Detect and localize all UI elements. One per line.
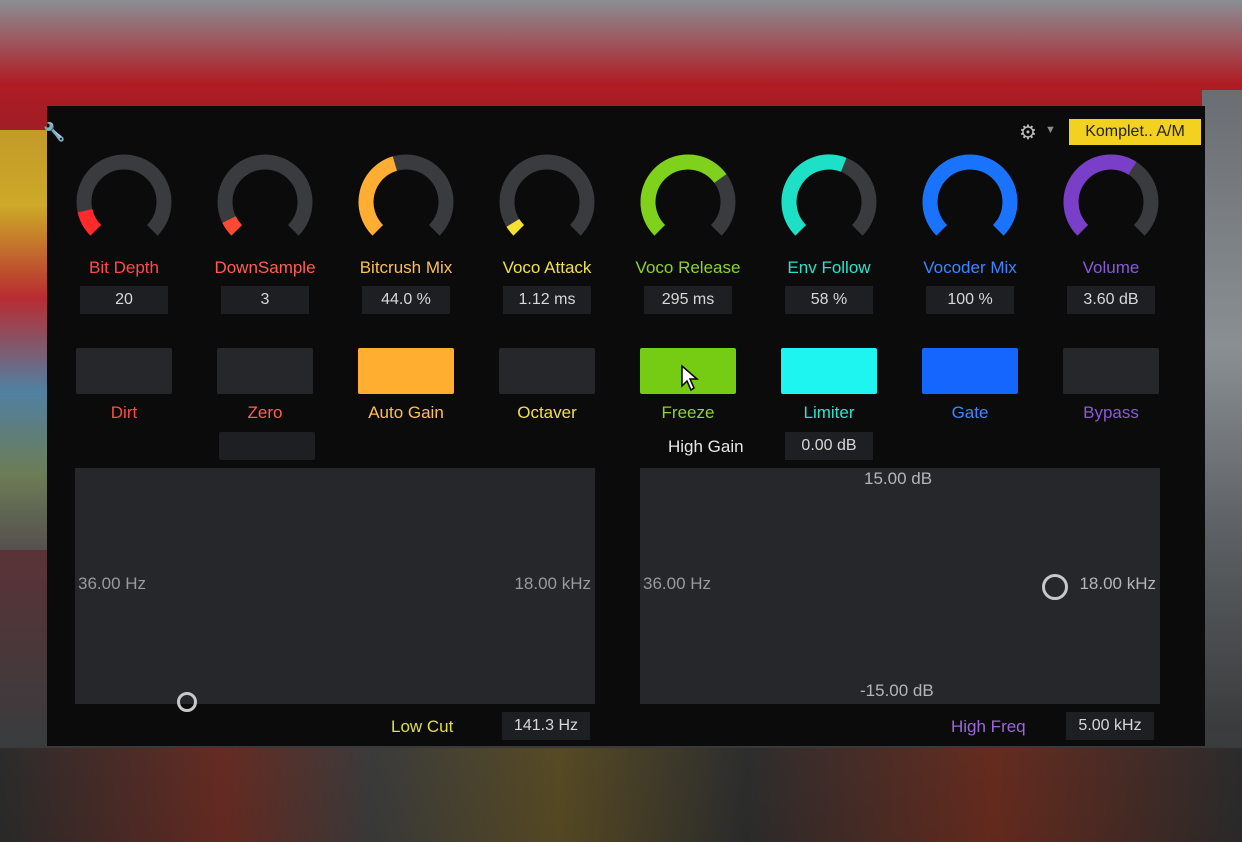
- high-gain-label: High Gain: [668, 437, 744, 456]
- knob-label: Voco Attack: [502, 258, 592, 277]
- knob-label: Env Follow: [787, 258, 871, 277]
- knob-downsample[interactable]: [215, 152, 315, 252]
- toggle-limiter-button[interactable]: [781, 348, 877, 394]
- high-freq-label: High Freq: [951, 717, 1026, 736]
- knob-value-field[interactable]: 3.60 dB: [1067, 286, 1155, 314]
- high-freq-value[interactable]: 5.00 kHz: [1066, 712, 1154, 740]
- knob-label: Vocoder Mix: [923, 258, 1017, 277]
- low-cut-pad-max-label: 18.00 kHz: [514, 574, 591, 593]
- toggle-dirt-button[interactable]: [76, 348, 172, 394]
- toggle-label: Bypass: [1083, 403, 1139, 422]
- low-cut-label: Low Cut: [391, 717, 454, 736]
- knob-value-arc: [1063, 154, 1137, 236]
- background-blur-bottom: [0, 748, 1242, 842]
- low-cut-xy-pad[interactable]: 36.00 Hz 18.00 kHz: [75, 468, 595, 712]
- knob-value-field[interactable]: 295 ms: [644, 286, 732, 314]
- toggle-bypass-button[interactable]: [1063, 348, 1159, 394]
- toggle-label: Limiter: [803, 403, 855, 422]
- knob-value-field[interactable]: 20: [80, 286, 168, 314]
- knob-value-arc: [358, 156, 398, 236]
- knob-label: DownSample: [214, 258, 316, 277]
- knob-vocoder-mix[interactable]: [920, 152, 1020, 252]
- knob-value-arc: [781, 154, 847, 236]
- low-cut-pad-min-label: 36.00 Hz: [78, 574, 147, 593]
- knob-volume[interactable]: [1061, 152, 1161, 252]
- knob-voco-release[interactable]: [638, 152, 738, 252]
- zero-extra-slot: [219, 432, 315, 460]
- toggle-label: Gate: [951, 403, 989, 422]
- toggle-auto-gain-button[interactable]: [358, 348, 454, 394]
- gear-icon[interactable]: ⚙: [1017, 122, 1039, 144]
- knob-label: Voco Release: [635, 258, 741, 277]
- preset-selector[interactable]: Komplet.. A/M: [1069, 119, 1201, 145]
- low-cut-value[interactable]: 141.3 Hz: [502, 712, 590, 740]
- low-cut-handle[interactable]: [177, 692, 197, 712]
- knob-bitcrush-mix[interactable]: [356, 152, 456, 252]
- knob-label: Volume: [1082, 258, 1140, 277]
- background-blur-right: [1202, 90, 1242, 730]
- toggle-label: Zero: [247, 403, 283, 422]
- mouse-cursor-icon: [681, 364, 700, 392]
- high-gain-value[interactable]: 0.00 dB: [785, 432, 873, 460]
- knob-value-arc: [222, 216, 243, 236]
- knob-value-field[interactable]: 44.0 %: [362, 286, 450, 314]
- knob-value-field[interactable]: 58 %: [785, 286, 873, 314]
- high-freq-pad-bottom-label: -15.00 dB: [860, 681, 934, 700]
- toggle-label: Dirt: [110, 403, 138, 422]
- toggle-gate-button[interactable]: [922, 348, 1018, 394]
- knob-value-arc: [77, 208, 102, 236]
- knob-label: Bit Depth: [89, 258, 159, 277]
- knob-voco-attack[interactable]: [497, 152, 597, 252]
- knob-bit-depth[interactable]: [74, 152, 174, 252]
- knob-value-arc: [506, 218, 525, 236]
- knob-value-arc: [640, 154, 727, 236]
- high-freq-pad-min-label: 36.00 Hz: [643, 574, 712, 593]
- knob-value-field[interactable]: 1.12 ms: [503, 286, 591, 314]
- toggle-label: Auto Gain: [368, 403, 444, 422]
- knob-label: Bitcrush Mix: [359, 258, 453, 277]
- toggle-zero-button[interactable]: [217, 348, 313, 394]
- high-freq-handle[interactable]: [1042, 574, 1068, 600]
- toggle-label: Octaver: [517, 403, 577, 422]
- chevron-down-icon[interactable]: ▼: [1045, 124, 1056, 136]
- knob-env-follow[interactable]: [779, 152, 879, 252]
- high-freq-xy-pad[interactable]: 15.00 dB 36.00 Hz 18.00 kHz -15.00 dB: [640, 468, 1160, 704]
- toggle-label: Freeze: [661, 403, 715, 422]
- high-freq-pad-max-label: 18.00 kHz: [1079, 574, 1156, 593]
- knob-value-field[interactable]: 100 %: [926, 286, 1014, 314]
- toggle-octaver-button[interactable]: [499, 348, 595, 394]
- high-freq-pad-top-label: 15.00 dB: [864, 469, 933, 488]
- plugin-panel: 🔧 ⚙ ▼ Komplet.. A/M Bit Depth 20 DownSamp…: [43, 106, 1205, 746]
- knob-value-field[interactable]: 3: [221, 286, 309, 314]
- knob-value-arc: [922, 154, 1018, 236]
- wrench-icon[interactable]: 🔧: [43, 122, 65, 143]
